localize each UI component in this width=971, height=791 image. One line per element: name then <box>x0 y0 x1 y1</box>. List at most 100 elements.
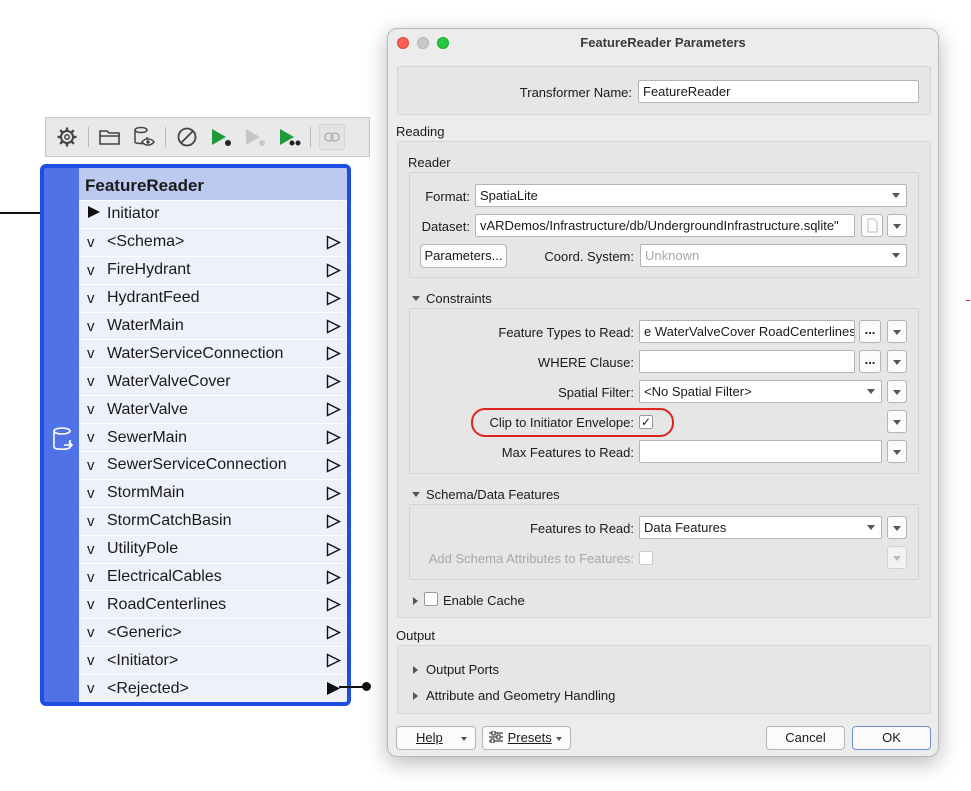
output-port-arrow-icon[interactable] <box>326 569 342 590</box>
connection-endpoint-dot[interactable] <box>362 682 371 691</box>
featurereader-node[interactable]: FeatureReader Initiator v <Schema> v FireHy… <box>40 164 351 706</box>
features-to-read-select[interactable]: Data Features <box>639 516 882 539</box>
expand-chevron-icon[interactable]: v <box>87 596 107 613</box>
output-port-arrow-icon[interactable] <box>326 374 342 394</box>
where-clause-input[interactable] <box>639 350 855 373</box>
run-partial-icon[interactable] <box>276 124 302 150</box>
output-port-row[interactable]: v <Rejected> <box>79 674 347 702</box>
folder-open-icon[interactable] <box>97 124 123 150</box>
reader-parameters-button[interactable]: Parameters... <box>420 244 507 268</box>
spatial-filter-menu-button[interactable] <box>887 380 907 403</box>
output-port-arrow-icon[interactable] <box>326 235 342 255</box>
expand-chevron-icon[interactable]: v <box>87 457 107 474</box>
output-port-row[interactable]: v WaterServiceConnection <box>79 339 347 368</box>
features-to-read-menu-button[interactable] <box>887 516 907 539</box>
output-port-row[interactable]: v <Schema> <box>79 227 347 256</box>
dataset-menu-button[interactable] <box>887 214 907 237</box>
node-toolbar <box>45 117 370 157</box>
dialog-titlebar[interactable]: FeatureReader Parameters <box>388 29 938 57</box>
format-select[interactable]: SpatiaLite <box>475 184 907 207</box>
output-port-arrow-icon[interactable] <box>326 402 342 422</box>
node-title[interactable]: FeatureReader <box>79 168 347 200</box>
output-port-arrow-icon[interactable] <box>326 458 342 478</box>
expand-chevron-icon[interactable]: v <box>87 485 107 502</box>
browse-file-button[interactable] <box>861 214 883 237</box>
output-port-arrow-icon[interactable] <box>326 597 342 617</box>
max-features-menu-button[interactable] <box>887 440 907 463</box>
feature-types-browse-button[interactable]: ... <box>859 320 881 343</box>
feature-types-input[interactable]: e WaterValveCover RoadCenterlines <box>639 320 855 343</box>
enable-cache-checkbox[interactable] <box>424 592 438 606</box>
output-port-arrow-icon[interactable] <box>326 625 342 645</box>
output-port-row[interactable]: v <Initiator> <box>79 646 347 675</box>
disable-icon[interactable] <box>174 124 200 150</box>
output-port-row[interactable]: v WaterMain <box>79 311 347 340</box>
expand-chevron-icon[interactable]: v <box>87 429 107 446</box>
spatial-filter-select[interactable]: <No Spatial Filter> <box>639 380 882 403</box>
ok-button[interactable]: OK <box>852 726 931 750</box>
output-port-arrow-icon[interactable] <box>326 318 342 339</box>
where-clause-menu-button[interactable] <box>887 350 907 373</box>
output-port-arrow-icon[interactable] <box>326 514 342 534</box>
expand-chevron-icon[interactable]: v <box>87 652 107 669</box>
attr-geom-toggle[interactable]: Attribute and Geometry Handling <box>413 688 615 703</box>
expand-chevron-icon[interactable]: v <box>87 541 107 558</box>
close-window-icon[interactable] <box>397 37 409 49</box>
zoom-window-icon[interactable] <box>437 37 449 49</box>
expand-chevron-icon[interactable]: v <box>87 513 107 530</box>
output-port-row[interactable]: v SewerMain <box>79 423 347 452</box>
transformer-name-input[interactable]: FeatureReader <box>638 80 919 103</box>
output-port-arrow-icon[interactable] <box>326 263 342 283</box>
output-port-row[interactable]: v RoadCenterlines <box>79 590 347 619</box>
expand-chevron-icon[interactable]: v <box>87 373 107 390</box>
expand-chevron-icon[interactable]: v <box>87 290 107 307</box>
clip-envelope-menu-button[interactable] <box>887 410 907 433</box>
add-schema-attrs-checkbox[interactable] <box>639 551 653 565</box>
database-view-icon[interactable] <box>131 124 157 150</box>
output-port-arrow-icon[interactable] <box>326 430 342 450</box>
output-port-row[interactable]: v WaterValveCover <box>79 367 347 396</box>
output-port-row[interactable]: v FireHydrant <box>79 255 347 284</box>
gear-icon[interactable] <box>54 124 80 150</box>
dataset-input[interactable]: vARDemos/Infrastructure/db/UndergroundIn… <box>475 214 855 237</box>
expand-chevron-icon[interactable]: v <box>87 401 107 418</box>
run-from-this-icon[interactable] <box>242 124 268 150</box>
add-schema-attrs-menu-button[interactable] <box>887 546 907 569</box>
output-ports-toggle[interactable]: Output Ports <box>413 662 499 677</box>
output-port-row[interactable]: v StormCatchBasin <box>79 506 347 535</box>
constraints-section-toggle[interactable]: Constraints <box>412 291 492 306</box>
expand-chevron-icon[interactable]: v <box>87 318 107 335</box>
help-button[interactable]: Help <box>396 726 476 750</box>
output-port-row[interactable]: v SewerServiceConnection <box>79 451 347 479</box>
output-port-row[interactable]: v WaterValve <box>79 395 347 424</box>
expand-chevron-icon[interactable]: v <box>87 624 107 641</box>
expand-chevron-icon[interactable]: v <box>87 680 107 697</box>
output-port-row[interactable]: v HydrantFeed <box>79 283 347 312</box>
output-port-arrow-icon[interactable] <box>326 346 342 366</box>
output-port-row[interactable]: v <Generic> <box>79 618 347 647</box>
output-port-row[interactable]: v ElectricalCables <box>79 562 347 591</box>
max-features-input[interactable] <box>639 440 882 463</box>
output-port-arrow-icon[interactable] <box>326 653 342 673</box>
where-clause-editor-button[interactable]: ... <box>859 350 881 373</box>
input-port-initiator[interactable]: Initiator <box>79 200 347 228</box>
cancel-button[interactable]: Cancel <box>766 726 845 750</box>
output-port-arrow-icon[interactable] <box>326 291 342 311</box>
coord-system-select[interactable]: Unknown <box>640 244 907 267</box>
feature-cache-icon[interactable] <box>319 124 345 150</box>
output-port-arrow-icon[interactable] <box>326 486 342 506</box>
feature-types-menu-button[interactable] <box>887 320 907 343</box>
output-port-row[interactable]: v UtilityPole <box>79 534 347 563</box>
run-to-this-icon[interactable] <box>208 124 234 150</box>
expand-chevron-icon[interactable]: v <box>87 234 107 251</box>
clip-envelope-checkbox[interactable]: ✓ <box>639 415 653 429</box>
expand-chevron-icon[interactable]: v <box>87 345 107 362</box>
expand-chevron-icon[interactable]: v <box>87 262 107 279</box>
schema-data-section-toggle[interactable]: Schema/Data Features <box>412 487 560 502</box>
expand-chevron-icon[interactable]: v <box>87 569 107 586</box>
minimize-window-icon[interactable] <box>417 37 429 49</box>
presets-button[interactable]: Presets <box>482 726 571 750</box>
output-port-row[interactable]: v StormMain <box>79 478 347 507</box>
output-port-arrow-icon[interactable] <box>326 681 341 701</box>
output-port-arrow-icon[interactable] <box>326 542 342 562</box>
